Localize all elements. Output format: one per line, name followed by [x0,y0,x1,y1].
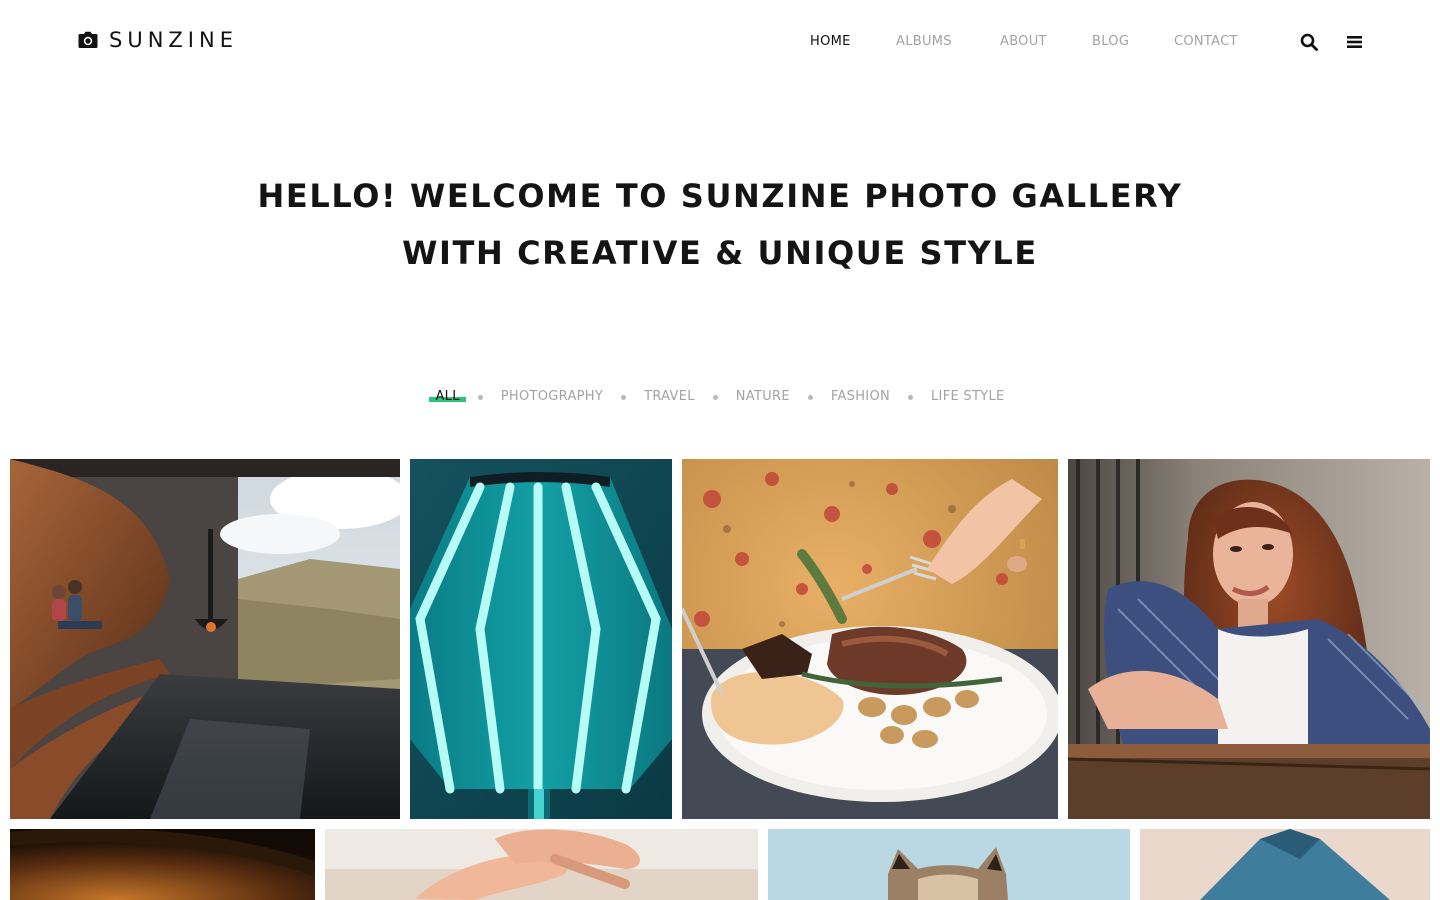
gallery-photo-cabin-couple[interactable] [10,459,400,819]
search-icon[interactable] [1300,33,1318,51]
hamburger-menu-icon[interactable] [1346,33,1364,51]
gallery-filter-bar: ALL PHOTOGRAPHY TRAVEL NATURE FASHION LI… [0,388,1440,406]
gallery-photo-blue-object[interactable] [1140,829,1430,900]
gallery-photo-cat[interactable] [768,829,1130,900]
hero-section: HELLO! WELCOME TO SUNZINE PHOTO GALLERY … [0,168,1440,282]
nav-item-contact[interactable]: CONTACT [1174,33,1238,51]
hero-title-line-2: WITH CREATIVE & UNIQUE STYLE [402,234,1038,272]
gallery-photo-red-hair-woman[interactable] [1068,459,1430,819]
filter-life-style[interactable]: LIFE STYLE [931,388,1005,406]
filter-all[interactable]: ALL [429,388,467,406]
filter-photography[interactable]: PHOTOGRAPHY [501,388,603,406]
gallery-photo-hands[interactable] [325,829,758,900]
filter-separator-dot [621,394,627,400]
filter-separator-dot [712,394,718,400]
gallery-photo-teal-lamp[interactable] [410,459,672,819]
filter-separator-dot [807,394,813,400]
filter-nature[interactable]: NATURE [736,388,790,406]
nav-item-blog[interactable]: BLOG [1092,33,1129,51]
filter-separator-dot [908,394,914,400]
nav-item-about[interactable]: ABOUT [1000,33,1047,51]
main-nav: HOME ALBUMS ABOUT BLOG CONTACT [0,33,1440,53]
nav-item-albums[interactable]: ALBUMS [896,33,952,51]
hero-title-line-1: HELLO! WELCOME TO SUNZINE PHOTO GALLERY [257,177,1183,215]
gallery-photo-dark-amber[interactable] [10,829,315,900]
gallery-photo-steak-dinner[interactable] [682,459,1058,819]
nav-item-home[interactable]: HOME [801,33,860,51]
filter-fashion[interactable]: FASHION [831,388,890,406]
filter-travel[interactable]: TRAVEL [644,388,695,406]
filter-separator-dot [477,394,483,400]
